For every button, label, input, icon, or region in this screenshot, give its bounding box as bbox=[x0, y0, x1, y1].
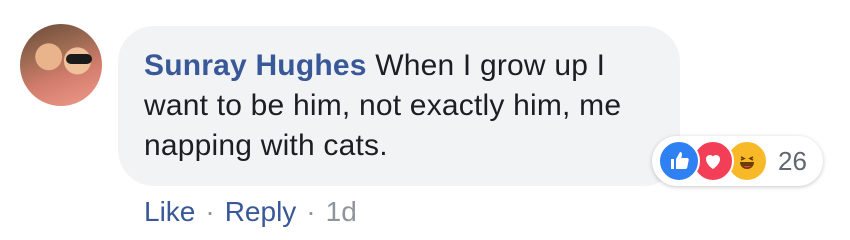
sunglasses-detail bbox=[66, 54, 92, 64]
comment-actions: Like · Reply · 1d bbox=[144, 194, 357, 230]
comment-bubble: Sunray Hughes When I grow up I want to b… bbox=[118, 26, 680, 186]
avatar[interactable] bbox=[20, 24, 102, 106]
reply-link[interactable]: Reply bbox=[225, 194, 297, 230]
comment-author-link[interactable]: Sunray Hughes bbox=[144, 49, 367, 82]
separator: · bbox=[306, 196, 316, 227]
like-icon bbox=[658, 140, 700, 182]
separator: · bbox=[205, 196, 215, 227]
comment-body: Sunray Hughes When I grow up I want to b… bbox=[144, 46, 650, 166]
reactions-summary[interactable]: 26 bbox=[652, 136, 823, 186]
timestamp-link[interactable]: 1d bbox=[326, 194, 357, 230]
like-link[interactable]: Like bbox=[144, 194, 195, 230]
reaction-count: 26 bbox=[778, 145, 807, 176]
